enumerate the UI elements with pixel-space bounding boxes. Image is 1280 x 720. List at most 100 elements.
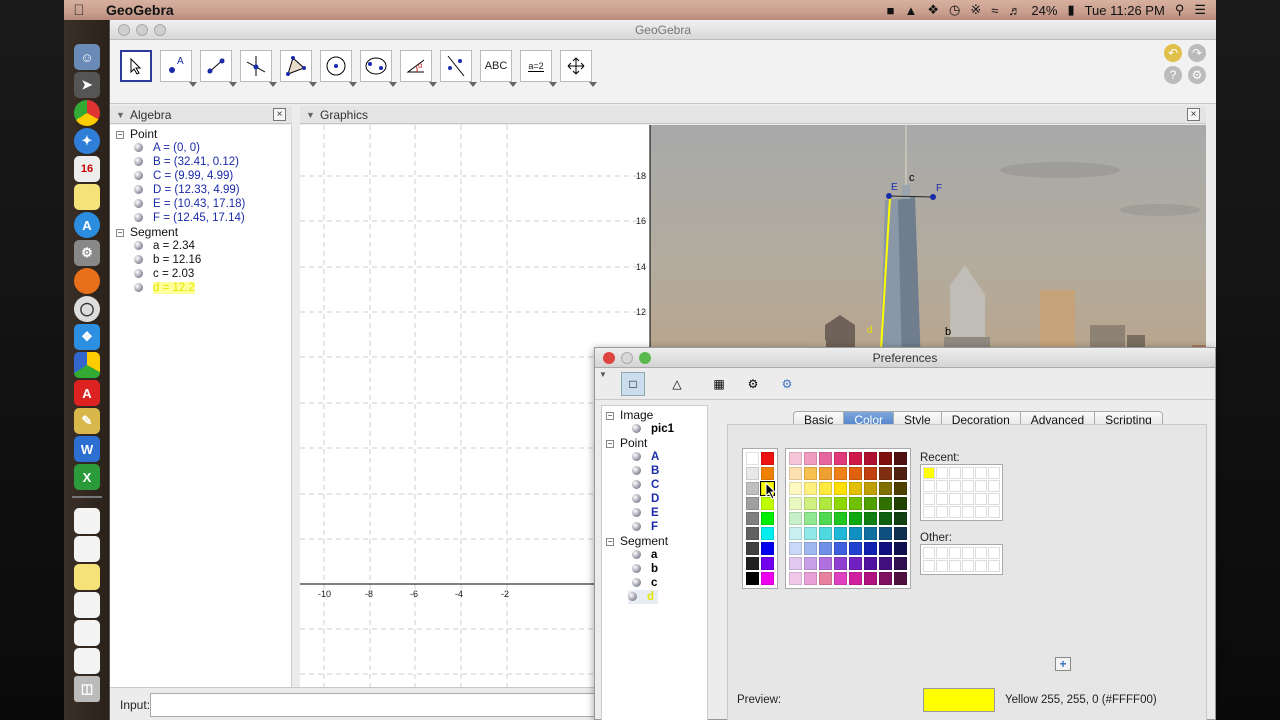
- color-swatch[interactable]: [789, 497, 802, 510]
- document-icon[interactable]: [74, 620, 100, 646]
- algebra-item-B[interactable]: B = (32.41, 0.12): [134, 155, 239, 169]
- color-swatch[interactable]: [804, 527, 817, 540]
- point-F[interactable]: [930, 194, 936, 200]
- color-swatch[interactable]: [849, 572, 862, 585]
- color-swatch[interactable]: [879, 482, 892, 495]
- document-icon[interactable]: [74, 508, 100, 534]
- defaults-icon[interactable]: ⚙: [741, 372, 765, 396]
- color-swatch[interactable]: [834, 557, 847, 570]
- algebra-item-a[interactable]: a = 2.34: [134, 239, 195, 253]
- tree-item-E[interactable]: E: [632, 506, 659, 520]
- tree-item-c[interactable]: c: [632, 576, 657, 590]
- volume-icon[interactable]: ♬: [1008, 3, 1021, 18]
- color-swatch[interactable]: [849, 527, 862, 540]
- google-drive-icon[interactable]: [74, 352, 100, 378]
- tree-item-a[interactable]: a: [632, 548, 657, 562]
- layout-icon[interactable]: ▦: [707, 372, 731, 396]
- other-color-slot[interactable]: [923, 547, 935, 559]
- color-swatch[interactable]: [746, 512, 759, 525]
- collapse-triangle-icon[interactable]: ▼: [306, 106, 315, 124]
- undo-icon[interactable]: ↶: [1164, 44, 1182, 62]
- add-custom-color-button[interactable]: +: [1055, 657, 1071, 671]
- other-color-slot[interactable]: [949, 560, 961, 572]
- trash-icon[interactable]: ◫: [74, 676, 100, 702]
- visibility-toggle-icon[interactable]: [134, 171, 143, 180]
- tree-item-b[interactable]: b: [632, 562, 658, 576]
- color-swatch[interactable]: [746, 542, 759, 555]
- visibility-toggle-icon[interactable]: [134, 157, 143, 166]
- collapse-triangle-icon[interactable]: ▼: [599, 370, 607, 379]
- visibility-toggle-icon[interactable]: [134, 241, 143, 250]
- color-swatch[interactable]: [894, 497, 907, 510]
- color-swatch[interactable]: [819, 572, 832, 585]
- menubar-app-name[interactable]: GeoGebra: [106, 2, 174, 18]
- color-swatch[interactable]: [789, 512, 802, 525]
- algebra-category-segment[interactable]: − Segment: [116, 225, 178, 239]
- other-color-slot[interactable]: [988, 547, 1000, 559]
- color-swatch[interactable]: [789, 527, 802, 540]
- color-swatch[interactable]: [864, 527, 877, 540]
- color-swatch[interactable]: [789, 467, 802, 480]
- color-swatch[interactable]: [819, 452, 832, 465]
- tree-category-image[interactable]: − Image: [606, 408, 653, 422]
- color-swatch[interactable]: [849, 497, 862, 510]
- recent-color-slot[interactable]: [988, 480, 1000, 492]
- perpendicular-tool-button[interactable]: [240, 50, 277, 87]
- color-swatch[interactable]: [894, 512, 907, 525]
- help-icon[interactable]: ?: [1164, 66, 1182, 84]
- battery-icon[interactable]: ▮: [1067, 2, 1074, 18]
- point-tool-button[interactable]: A: [160, 50, 197, 87]
- tree-item-C[interactable]: C: [632, 478, 659, 492]
- chrome-icon[interactable]: [74, 100, 100, 126]
- color-swatch[interactable]: [894, 542, 907, 555]
- color-swatch[interactable]: [834, 572, 847, 585]
- zoom-button[interactable]: [154, 24, 166, 36]
- color-swatch[interactable]: [849, 542, 862, 555]
- recent-color-slot[interactable]: [962, 467, 974, 479]
- color-swatch[interactable]: [894, 482, 907, 495]
- other-color-slot[interactable]: [936, 560, 948, 572]
- move-tool-button[interactable]: [120, 50, 152, 82]
- collapse-triangle-icon[interactable]: ▼: [116, 106, 125, 124]
- color-swatch[interactable]: [879, 572, 892, 585]
- color-swatch[interactable]: [804, 467, 817, 480]
- color-swatch[interactable]: [849, 512, 862, 525]
- document-icon[interactable]: [74, 536, 100, 562]
- tree-item-B[interactable]: B: [632, 464, 659, 478]
- color-swatch[interactable]: [761, 452, 774, 465]
- color-swatch[interactable]: [834, 452, 847, 465]
- color-swatch[interactable]: [894, 572, 907, 585]
- input-field[interactable]: [150, 693, 610, 717]
- color-swatch[interactable]: [746, 497, 759, 510]
- calendar-icon[interactable]: 16: [74, 156, 100, 182]
- visibility-toggle-icon[interactable]: [134, 199, 143, 208]
- color-swatch[interactable]: [746, 572, 759, 585]
- circle-tool-button[interactable]: [320, 50, 357, 87]
- color-swatch[interactable]: [894, 557, 907, 570]
- algebra-close-button[interactable]: ×: [273, 108, 286, 121]
- algebra-item-A[interactable]: A = (0, 0): [134, 141, 200, 155]
- color-swatch[interactable]: [819, 542, 832, 555]
- settings-gear-icon[interactable]: ⚙: [1188, 66, 1206, 84]
- launchpad-icon[interactable]: ➤: [74, 72, 100, 98]
- algebra-item-E[interactable]: E = (10.43, 17.18): [134, 197, 245, 211]
- color-swatch[interactable]: [746, 527, 759, 540]
- minimize-button[interactable]: [136, 24, 148, 36]
- time-machine-icon[interactable]: ◷: [949, 2, 960, 18]
- color-swatch[interactable]: [894, 452, 907, 465]
- color-swatch[interactable]: [789, 452, 802, 465]
- recent-color-slot[interactable]: [923, 467, 935, 479]
- tree-item-F[interactable]: F: [632, 520, 658, 534]
- color-swatch[interactable]: [804, 452, 817, 465]
- color-swatch[interactable]: [834, 482, 847, 495]
- color-swatch[interactable]: [804, 482, 817, 495]
- dialog-minimize-button[interactable]: [621, 352, 633, 364]
- color-swatch[interactable]: [804, 497, 817, 510]
- color-swatch[interactable]: [834, 512, 847, 525]
- color-swatch[interactable]: [804, 542, 817, 555]
- color-swatch[interactable]: [761, 527, 774, 540]
- color-swatch[interactable]: [894, 527, 907, 540]
- move-view-tool-button[interactable]: [560, 50, 597, 87]
- color-swatch[interactable]: [879, 497, 892, 510]
- color-swatch[interactable]: [849, 452, 862, 465]
